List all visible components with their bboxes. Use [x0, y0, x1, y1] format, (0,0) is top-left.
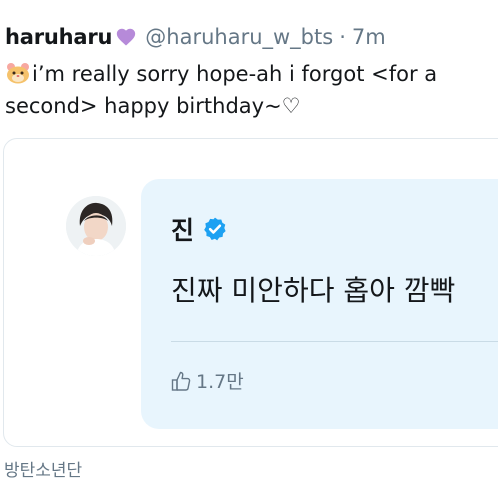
reply-author: 진 [171, 211, 228, 247]
hamster-face-icon [7, 63, 29, 84]
timestamp[interactable]: 7m [352, 25, 386, 49]
tweet-text: i’m really sorry hope-ah i forgot <for a… [5, 58, 493, 122]
quoted-reply-card[interactable]: 진 진짜 미안하다 홉아 깜빡 1.7만 [3, 138, 498, 447]
profile-photo-icon [66, 196, 126, 256]
verified-badge-icon [204, 217, 226, 241]
purple-heart-icon [117, 28, 136, 46]
tweet-body-text: i’m really sorry hope-ah i forgot <for a… [5, 62, 438, 118]
avatar[interactable] [66, 196, 126, 256]
like-count: 1.7만 [196, 371, 244, 393]
tweet-header: haruharu @haruharu_w_bts · 7m [5, 22, 386, 52]
thumbs-up-icon [171, 371, 191, 391]
reply-text: 진짜 미안하다 홉아 깜빡 [171, 274, 456, 307]
display-name[interactable]: haruharu [5, 25, 112, 49]
divider [171, 341, 498, 342]
reply-bubble: 진 진짜 미안하다 홉아 깜빡 1.7만 [141, 179, 498, 429]
like-button[interactable]: 1.7만 [171, 367, 244, 394]
separator-dot: · [339, 25, 346, 49]
user-handle[interactable]: @haruharu_w_bts [145, 25, 333, 49]
source-label: 방탄소년단 [4, 461, 83, 481]
reply-author-name[interactable]: 진 [171, 211, 194, 247]
